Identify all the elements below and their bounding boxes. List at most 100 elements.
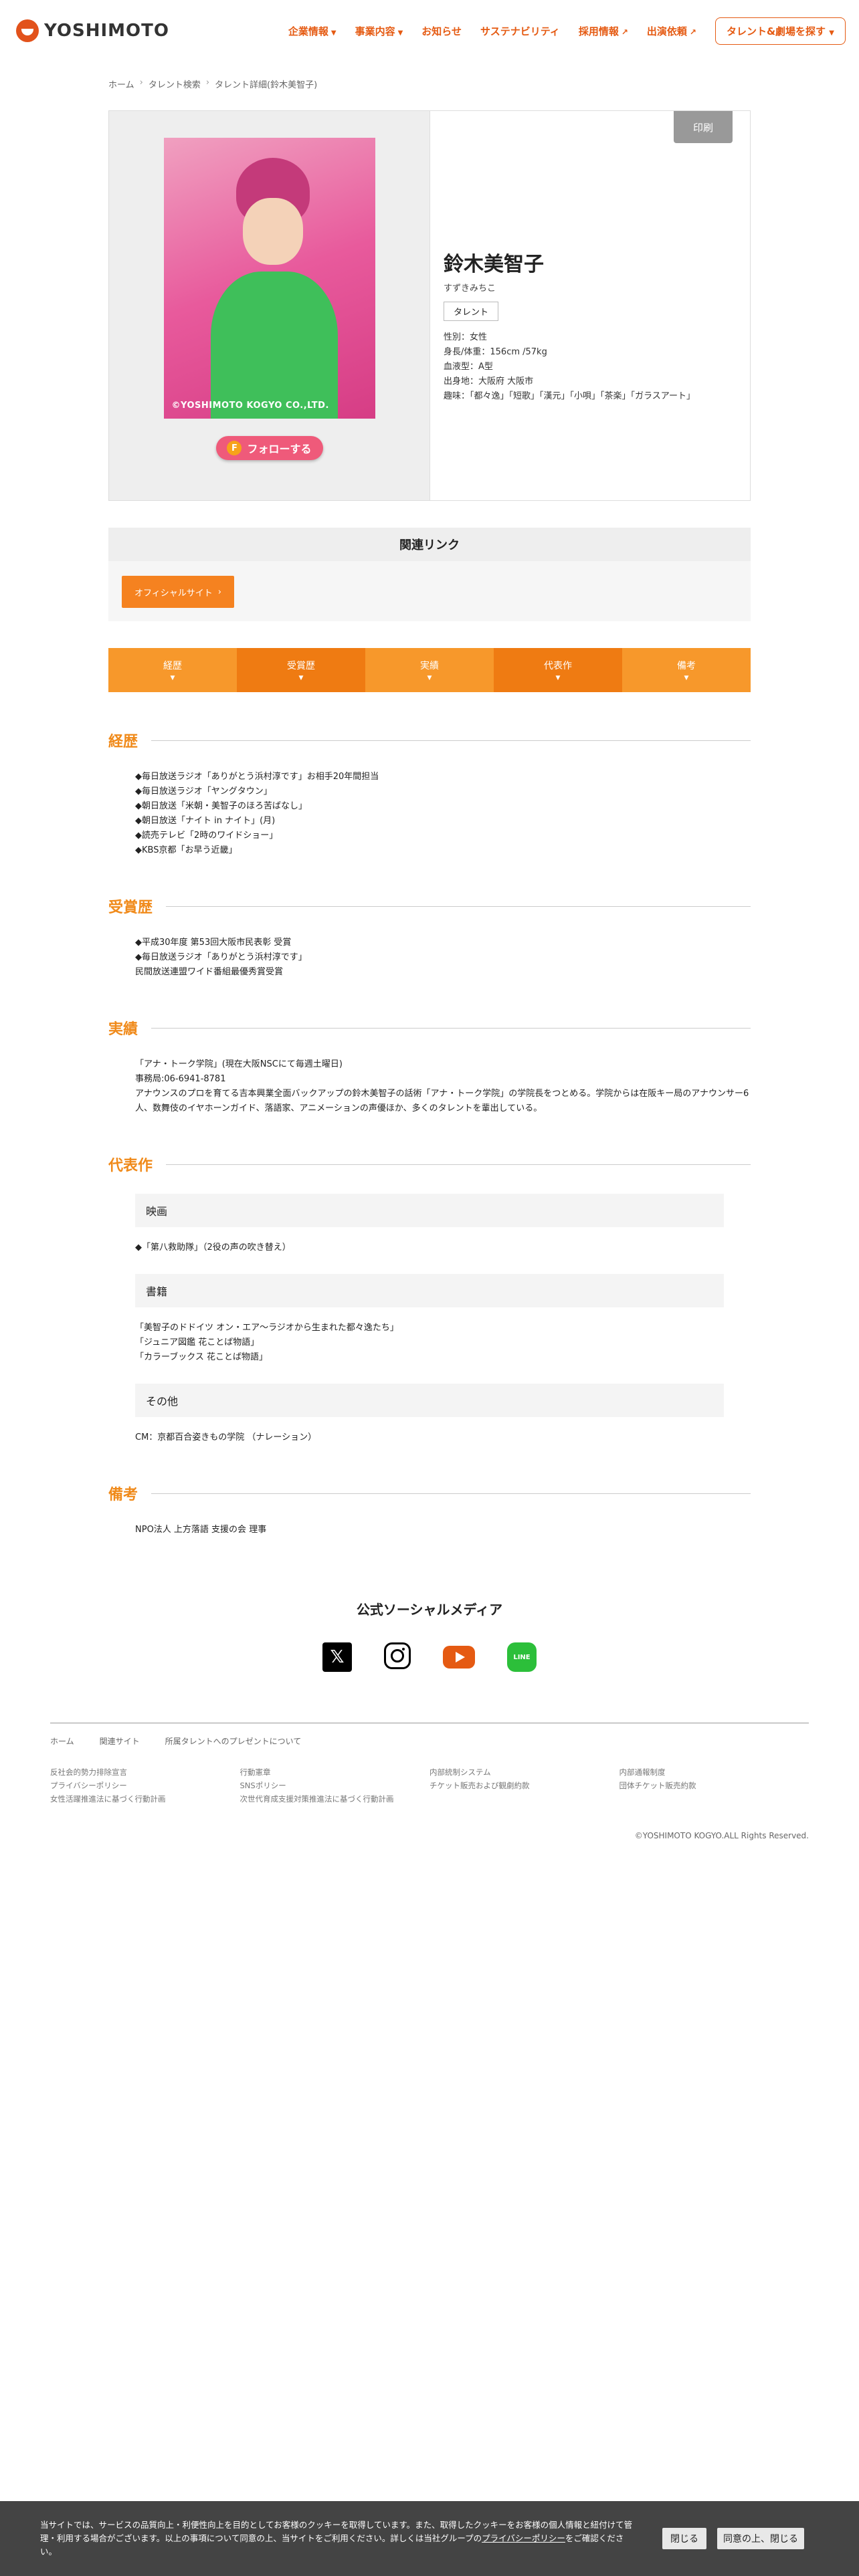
list-item: ◆KBS京都「お早う近畿」 [135,845,237,855]
nav-sustainability[interactable]: サステナビリティ [480,24,560,38]
external-link-icon: ↗ [689,27,696,37]
nav-booking[interactable]: 出演依頼 ↗ [647,24,696,38]
cookie-agree-button[interactable]: 同意の上、閉じる [717,2528,804,2549]
list-item: 民間放送連盟ワイド番組最優秀賞受賞 [135,967,284,977]
career-section: 経歴 ◆毎日放送ラジオ「ありがとう浜村淳です」お相手20年間担当 ◆毎日放送ラジ… [108,730,751,858]
footer-link[interactable]: SNSポリシー [240,1780,430,1791]
footer-link[interactable]: 団体チケット販売約款 [619,1780,809,1791]
works-list: CM：京都百合姿きもの学院 （ナレーション） [108,1417,751,1445]
profile-info: 印刷 鈴木美智子 すずきみちこ タレント 性別：女性 身長/体重：156cm /… [430,111,750,500]
footer-link[interactable]: 内部通報制度 [619,1767,809,1778]
works-list: ◆「第八救助隊」（2役の声の吹き替え） [108,1227,751,1255]
list-item: ◆毎日放送ラジオ「ありがとう浜村淳です」お相手20年間担当 [135,772,379,782]
privacy-policy-link[interactable]: プライバシーポリシー [482,2533,565,2543]
awards-list: ◆平成30年度 第53回大阪市民表彰 受賞 ◆毎日放送ラジオ「ありがとう浜村淳で… [108,917,751,980]
breadcrumb-talent-search[interactable]: タレント検索 [149,78,201,90]
talent-name: 鈴木美智子 [444,253,544,276]
follow-icon: F [227,441,242,455]
section-title: 代表作 [108,1154,751,1175]
list-item: ◆「第八救助隊」（2役の声の吹き替え） [135,1243,291,1253]
line-icon[interactable]: LINE [507,1642,537,1672]
chevron-down-icon: ▼ [298,675,304,681]
notes-list: NPO法人 上方落語 支援の会 理事 [108,1504,751,1537]
detail-birthplace: 出身地：大阪府 大阪市 [444,377,534,387]
logo-text: YOSHIMOTO [44,21,169,41]
related-links: 関連リンク オフィシャルサイト › [108,528,751,621]
footer-link[interactable]: 女性活躍推進法に基づく行動計画 [50,1794,240,1804]
chevron-down-icon: ▼ [330,29,337,37]
breadcrumb-home[interactable]: ホーム [108,78,134,90]
list-item: ◆平成30年度 第53回大阪市民表彰 受賞 [135,938,292,948]
chevron-down-icon: ▼ [170,675,175,681]
breadcrumb-current: タレント詳細(鈴木美智子) [215,80,318,90]
yoshimoto-logo[interactable]: YOSHIMOTO [16,19,169,42]
tab-awards[interactable]: 受賞歴 ▼ [237,648,365,692]
footer-link[interactable]: 行動憲章 [240,1767,430,1778]
list-item: CM：京都百合姿きもの学院 （ナレーション） [135,1432,317,1442]
section-tabs: 経歴 ▼ 受賞歴 ▼ 実績 ▼ 代表作 ▼ 備考 ▼ [108,648,751,692]
footer-link[interactable]: 内部統制システム [430,1767,619,1778]
talent-kana: すずきみちこ [444,284,496,294]
list-item: 事務局:06-6941-8781 [135,1074,226,1084]
x-icon[interactable]: 𝕏 [322,1642,352,1672]
footer-links: ホーム 関連サイト 所属タレントへのプレゼントについて [50,1735,809,1747]
works-section: 代表作 映画 ◆「第八救助隊」（2役の声の吹き替え） 書籍 「美智子のドドイツ … [108,1154,751,1445]
breadcrumb: ホーム › タレント検索 › タレント詳細(鈴木美智子) [108,62,751,110]
chevron-down-icon: ▼ [397,29,403,37]
achievements-section: 実績 「アナ・トーク学院」(現在大阪NSCにて毎週土曜日) 事務局:06-694… [108,1017,751,1116]
nav-recruit[interactable]: 採用情報 ↗ [579,24,628,38]
footer-link-related[interactable]: 関連サイト [100,1735,140,1747]
footer-link-present[interactable]: 所属タレントへのプレゼントについて [165,1735,302,1747]
profile-card: ©YOSHIMOTO KOGYO CO.,LTD. F フォローする 印刷 鈴木… [108,110,751,501]
tab-achievements[interactable]: 実績 ▼ [365,648,494,692]
list-item: 「ジュニア図鑑 花ことば物語」 [135,1337,260,1348]
detail-height-weight: 身長/体重：156cm /57kg [444,347,547,357]
works-subheading: 映画 [135,1194,724,1227]
chevron-down-icon: ▼ [427,675,432,681]
social-media: 公式ソーシャルメディア 𝕏 LINE [108,1599,751,1672]
nav-business[interactable]: 事業内容 ▼ [355,24,403,38]
notes-section: 備考 NPO法人 上方落語 支援の会 理事 [108,1483,751,1537]
chevron-down-icon: ▼ [829,29,834,37]
works-list: 「美智子のドドイツ オン・エア〜ラジオから生まれた都々逸たち」 「ジュニア図鑑 … [108,1307,751,1365]
copyright: ©YOSHIMOTO KOGYO.ALL Rights Reserved. [634,1831,809,1840]
section-title: 経歴 [108,730,751,751]
tab-notes[interactable]: 備考 ▼ [622,648,751,692]
list-item: NPO法人 上方落語 支援の会 理事 [135,1525,267,1535]
section-title: 実績 [108,1017,751,1039]
talent-search-button[interactable]: タレント&劇場を探す ▼ [714,17,846,45]
list-item: 「美智子のドドイツ オン・エア〜ラジオから生まれた都々逸たち」 [135,1323,399,1333]
list-item: ◆毎日放送ラジオ「ありがとう浜村淳です」 [135,952,307,962]
awards-section: 受賞歴 ◆平成30年度 第53回大阪市民表彰 受賞 ◆毎日放送ラジオ「ありがとう… [108,895,751,980]
nav-news[interactable]: お知らせ [421,24,462,38]
print-button[interactable]: 印刷 [674,111,733,143]
footer-link-home[interactable]: ホーム [50,1735,74,1747]
achievements-list: 「アナ・トーク学院」(現在大阪NSCにて毎週土曜日) 事務局:06-6941-8… [108,1039,751,1116]
footer-link[interactable]: 次世代育成支援対策推進法に基づく行動計画 [240,1794,430,1804]
list-item: 「カラーブックス 花ことば物語」 [135,1352,268,1362]
chevron-right-icon: › [205,78,210,88]
related-links-title: 関連リンク [108,528,751,561]
cookie-banner: 当サイトでは、サービスの品質向上・利便性向上を目的としてお客様のクッキーを取得し… [0,2501,859,2576]
official-site-button[interactable]: オフィシャルサイト › [122,576,234,608]
chevron-down-icon: ▼ [555,675,561,681]
youtube-icon[interactable] [443,1646,475,1669]
social-icons: 𝕏 LINE [108,1642,751,1672]
section-title: 備考 [108,1483,751,1504]
footer-link[interactable]: 反社会的勢力排除宣言 [50,1767,240,1778]
cookie-close-button[interactable]: 閉じる [662,2528,706,2549]
chevron-right-icon: › [139,78,143,88]
tab-works[interactable]: 代表作 ▼ [494,648,622,692]
tab-career[interactable]: 経歴 ▼ [108,648,237,692]
category-tag: タレント [444,302,499,321]
footer-link[interactable]: プライバシーポリシー [50,1780,240,1791]
talent-photo: ©YOSHIMOTO KOGYO CO.,LTD. [163,138,375,419]
site-footer: ホーム 関連サイト 所属タレントへのプレゼントについて 反社会的勢力排除宣言 行… [50,1723,809,1840]
nav-corporate[interactable]: 企業情報 ▼ [288,24,337,38]
instagram-icon[interactable] [384,1642,411,1669]
footer-link[interactable]: チケット販売および観劇約款 [430,1780,619,1791]
list-item: ◆朝日放送「ナイト in ナイト」(月) [135,816,276,826]
follow-button[interactable]: F フォローする [215,436,323,460]
detail-blood-type: 血液型：A型 [444,362,493,372]
social-title: 公式ソーシャルメディア [356,1602,503,1618]
